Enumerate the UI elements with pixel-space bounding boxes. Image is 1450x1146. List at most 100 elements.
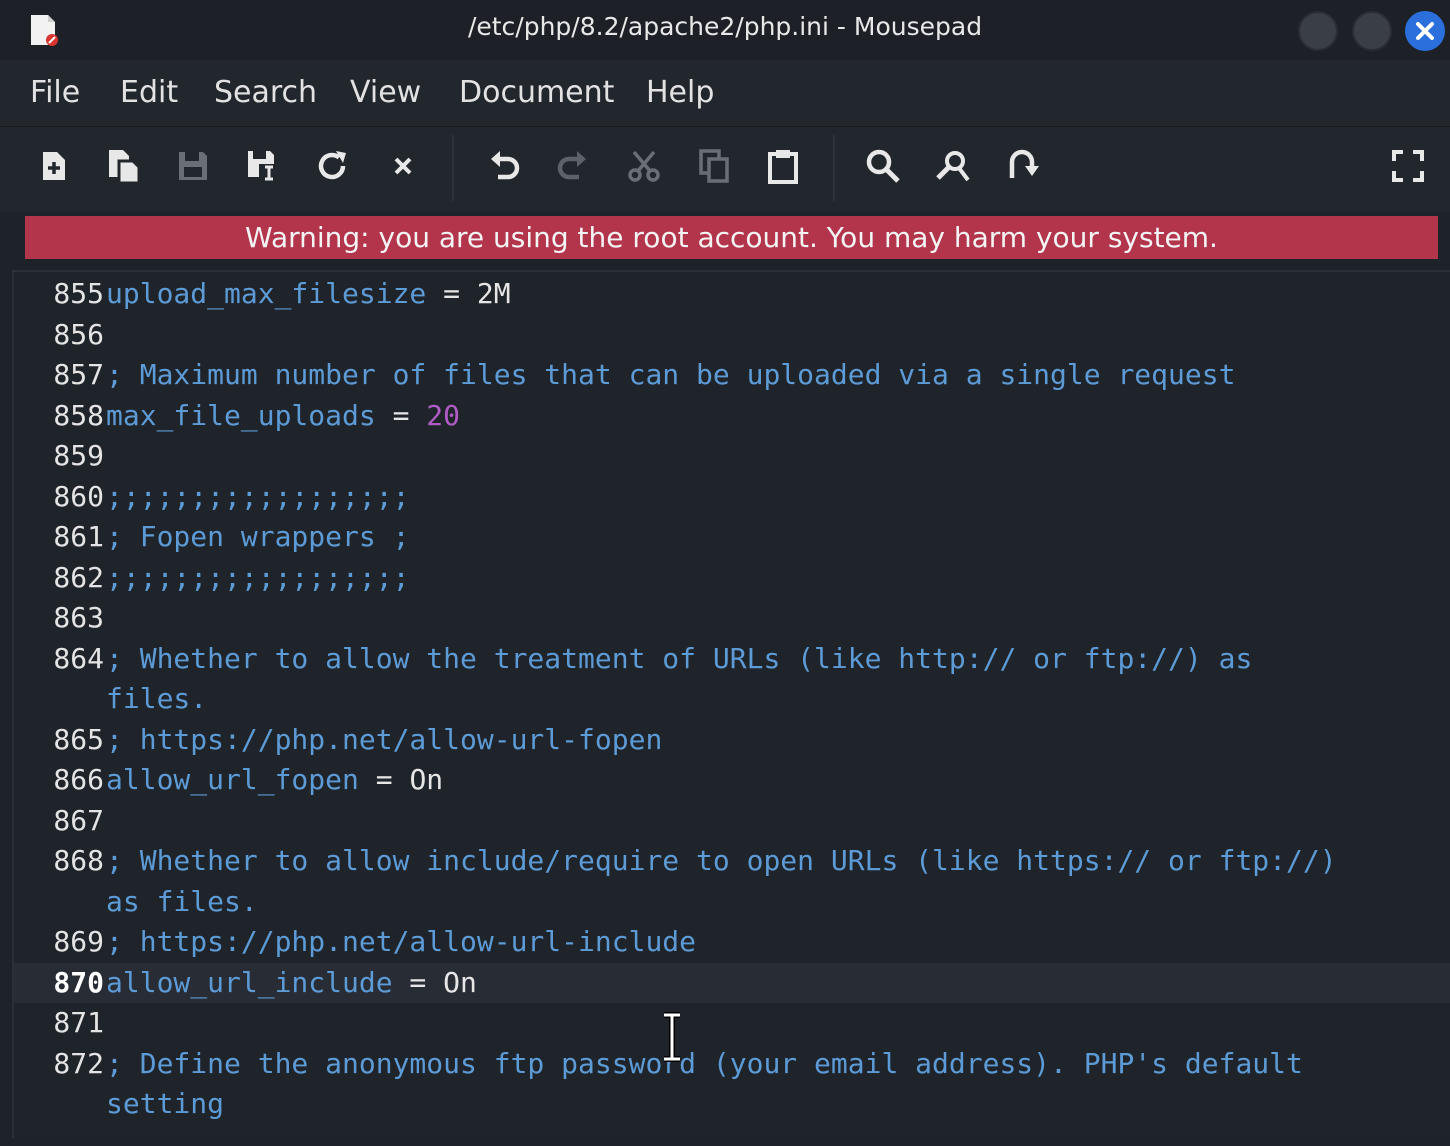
editor-line[interactable]: 865; https://php.net/allow-url-fopen <box>14 720 1450 761</box>
copy-button[interactable] <box>693 145 735 187</box>
line-text: ;;;;;;;;;;;;;;;;;; <box>106 477 409 518</box>
editor-wrapped-line[interactable]: files. <box>14 679 1450 720</box>
line-number: 863 <box>53 601 104 634</box>
editor-line[interactable]: 861; Fopen wrappers ; <box>14 517 1450 558</box>
line-number: 867 <box>53 803 104 837</box>
line-number: 872 <box>53 1046 104 1080</box>
paste-button[interactable] <box>762 145 804 187</box>
line-text: ; Define the anonymous ftp password (you… <box>106 1044 1303 1085</box>
line-text: ; Whether to allow include/require to op… <box>106 841 1337 882</box>
toolbar-separator <box>452 135 454 201</box>
go-to-line-button[interactable] <box>1001 145 1043 187</box>
editor-line[interactable]: 857; Maximum number of files that can be… <box>14 355 1450 396</box>
cut-button[interactable] <box>623 145 665 187</box>
editor-line[interactable]: 866 allow_url_fopen = On <box>14 760 1450 801</box>
editor-line[interactable]: 868; Whether to allow include/require to… <box>14 841 1450 882</box>
redo-icon <box>557 151 586 180</box>
setting-key: allow_url_include <box>106 965 393 999</box>
line-number: 857 <box>53 358 104 391</box>
save-button[interactable] <box>172 145 214 187</box>
editor-line[interactable]: 872; Define the anonymous ftp password (… <box>14 1044 1450 1085</box>
line-number: 856 <box>53 317 104 351</box>
redo-button[interactable] <box>550 145 592 187</box>
find-icon <box>866 149 900 183</box>
comment-text: files. <box>106 682 208 715</box>
line-text: ; Whether to allow the treatment of URLs… <box>106 639 1252 680</box>
find-replace-icon <box>936 151 970 182</box>
line-number: 864 <box>53 641 104 675</box>
editor-line[interactable]: 870 allow_url_include = On <box>14 962 1450 1003</box>
new-window-button[interactable] <box>102 145 144 187</box>
line-text: ; Fopen wrappers ; <box>106 517 409 558</box>
line-number: 859 <box>53 439 104 472</box>
comment-text: as files. <box>106 884 258 918</box>
go-to-line-icon <box>1009 149 1039 178</box>
setting-value: On <box>443 965 477 999</box>
close-button[interactable] <box>1405 11 1445 51</box>
new-document-button[interactable] <box>33 145 75 187</box>
comment-text: ; Maximum number of files that can be up… <box>106 358 1236 391</box>
menu-file[interactable]: File <box>30 75 80 110</box>
window-title: /etc/php/8.2/apache2/php.ini - Mousepad <box>467 12 983 41</box>
paste-icon <box>768 150 798 184</box>
text-editor[interactable]: 855 upload_max_filesize = 2M 856 857; Maxim… <box>12 270 1450 1138</box>
find-button[interactable] <box>862 145 904 187</box>
line-number: 862 <box>53 560 104 594</box>
editor-wrapped-line[interactable]: setting <box>14 1084 1450 1125</box>
title-bar: /etc/php/8.2/apache2/php.ini - Mousepad <box>0 0 1450 60</box>
menu-help[interactable]: Help <box>646 75 714 110</box>
close-tab-button[interactable] <box>382 145 424 187</box>
editor-line[interactable]: 860;;;;;;;;;;;;;;;;;; <box>14 477 1450 518</box>
copy-icon <box>699 149 729 183</box>
line-number: 861 <box>53 520 104 553</box>
setting-value: On <box>409 763 444 796</box>
setting-key: allow_url_fopen <box>106 763 359 796</box>
line-number: 871 <box>53 1006 104 1039</box>
line-number: 869 <box>53 925 104 958</box>
editor-line[interactable]: 867 <box>14 801 1450 842</box>
cut-icon <box>628 150 660 182</box>
menu-search[interactable]: Search <box>214 75 317 110</box>
menu-edit[interactable]: Edit <box>120 75 178 110</box>
setting-key: upload_max_filesize <box>106 277 427 310</box>
find-replace-button[interactable] <box>932 145 974 187</box>
setting-value: 20 <box>426 398 461 432</box>
comment-text: ; https://php.net/allow-url-include <box>106 925 697 958</box>
comment-text: ; Whether to allow the treatment of URLs… <box>106 641 1253 675</box>
line-text: upload_max_filesize = 2M <box>106 274 511 315</box>
setting-value: 2M <box>476 277 511 310</box>
line-number: 870 <box>53 965 104 999</box>
editor-wrapped-line[interactable]: as files. <box>14 882 1450 923</box>
save-as-icon <box>248 151 279 182</box>
editor-line[interactable]: 862;;;;;;;;;;;;;;;;;; <box>14 558 1450 599</box>
save-as-button[interactable] <box>242 145 284 187</box>
editor-line[interactable]: 871 <box>14 1003 1450 1044</box>
fullscreen-button[interactable] <box>1387 145 1429 187</box>
comment-text: ; https://php.net/allow-url-fopen <box>106 722 663 756</box>
undo-icon <box>491 151 520 180</box>
comment-text: ;;;;;;;;;;;;;;;;;; <box>106 560 410 594</box>
line-number: 855 <box>53 277 104 310</box>
editor-line[interactable]: 859 <box>14 436 1450 477</box>
toolbar-separator <box>833 135 835 201</box>
line-number: 868 <box>53 844 104 877</box>
editor-line[interactable]: 863 <box>14 598 1450 639</box>
close-icon <box>1416 22 1434 40</box>
new-document-icon <box>43 152 65 180</box>
comment-text: ; Define the anonymous ftp password (you… <box>106 1046 1303 1080</box>
menu-document[interactable]: Document <box>459 75 614 110</box>
minimize-button[interactable] <box>1298 11 1338 51</box>
assignment-operator: = <box>426 277 477 310</box>
line-text: allow_url_fopen = On <box>106 760 443 801</box>
menu-view[interactable]: View <box>350 75 421 110</box>
editor-line[interactable]: 869; https://php.net/allow-url-include <box>14 922 1450 963</box>
editor-line[interactable]: 856 <box>14 315 1450 356</box>
editor-line[interactable]: 858 max_file_uploads = 20 <box>14 396 1450 437</box>
maximize-button[interactable] <box>1352 11 1392 51</box>
editor-line[interactable]: 855 upload_max_filesize = 2M <box>14 274 1450 315</box>
reload-button[interactable] <box>312 145 354 187</box>
line-text: ; Maximum number of files that can be up… <box>106 355 1235 396</box>
editor-line[interactable]: 864; Whether to allow the treatment of U… <box>14 639 1450 680</box>
reload-icon <box>318 151 346 180</box>
undo-button[interactable] <box>485 145 527 187</box>
